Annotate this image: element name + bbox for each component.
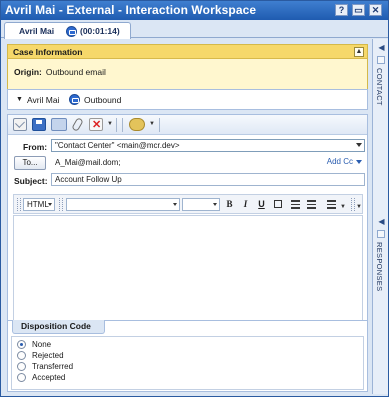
radio-icon[interactable] [17, 351, 26, 360]
disposition-panel: Disposition Code None Rejected Transferr… [7, 320, 368, 392]
chevron-down-icon [173, 203, 177, 206]
window-title: Avril Mai - External - Interaction Works… [5, 3, 257, 17]
disposition-option-label: Rejected [32, 351, 64, 360]
radio-icon[interactable] [17, 362, 26, 371]
add-cc-label: Add Cc [326, 157, 353, 166]
interaction-tab-strip: Avril Mai (00:01:14) [1, 20, 388, 39]
font-size-select[interactable] [182, 198, 220, 211]
tab-interaction[interactable]: Avril Mai (00:01:14) [4, 22, 131, 39]
italic-button[interactable]: I [239, 198, 252, 211]
chevron-down-icon [213, 203, 217, 206]
close-button[interactable]: ✕ [369, 4, 382, 16]
subject-field[interactable]: Account Follow Up [51, 173, 365, 186]
chevron-down-icon [356, 159, 362, 164]
disposition-option-transferred[interactable]: Transferred [17, 362, 73, 372]
email-compose-panel: ▼ ▼ From: "Contact Center" <main@mcr.dev… [7, 114, 368, 352]
more-options-icon[interactable]: ▼ [356, 204, 362, 210]
case-information-title: Case Information [13, 47, 83, 57]
disposition-option-label: None [32, 340, 52, 349]
origin-label: Origin: [14, 67, 42, 77]
toolbar-grip[interactable] [17, 198, 21, 211]
disposition-title[interactable]: Disposition Code [12, 320, 105, 334]
insert-image-icon[interactable] [51, 118, 67, 131]
delete-icon[interactable] [89, 118, 103, 131]
save-icon[interactable] [32, 118, 46, 131]
align-dropdown-icon[interactable]: ▼ [340, 204, 346, 210]
side-panel: ◀ CONTACT ◀ RESPONSES [372, 39, 388, 394]
delete-dropdown-icon[interactable]: ▼ [107, 121, 113, 127]
to-field[interactable]: A_Mai@mail.dom; [51, 156, 319, 169]
format-mode-value: HTML [27, 200, 49, 209]
numbered-list-icon[interactable] [291, 200, 300, 209]
underline-button[interactable]: U [255, 198, 268, 211]
outbound-email-icon [69, 94, 80, 105]
party-name[interactable]: Avril Mai [27, 95, 59, 105]
align-left-icon[interactable] [327, 200, 336, 209]
bold-button[interactable]: B [223, 198, 236, 211]
from-select[interactable]: "Contact Center" <main@mcr.dev> [51, 139, 365, 152]
toolbar-grip[interactable] [59, 198, 63, 211]
disposition-option-rejected[interactable]: Rejected [17, 351, 64, 361]
title-bar[interactable]: Avril Mai - External - Interaction Works… [1, 1, 388, 20]
origin-row: Origin: Outbound email [14, 67, 106, 77]
tab-contact-name: Avril Mai [19, 26, 55, 36]
interaction-content: Case Information ▲ Origin: Outbound email… [4, 39, 370, 394]
help-button[interactable]: ? [335, 4, 348, 16]
case-information-header[interactable]: Case Information ▲ [8, 45, 367, 59]
tab-timer: (00:01:14) [80, 26, 120, 36]
disposition-option-accepted[interactable]: Accepted [17, 373, 65, 383]
email-status-icon [66, 26, 77, 37]
expand-arrow-icon[interactable]: ◀ [377, 217, 386, 226]
origin-value: Outbound email [45, 67, 106, 77]
format-toolbar: HTML B I U ▼ ▼ [13, 194, 363, 214]
contact-grip-icon [377, 56, 385, 64]
chevron-down-icon [48, 203, 52, 206]
disposition-options: None Rejected Transferred Accepted [11, 336, 364, 390]
disposition-option-label: Transferred [32, 362, 74, 371]
format-mode-select[interactable]: HTML [23, 198, 55, 211]
party-dropdown-icon[interactable]: ▼ [16, 96, 23, 103]
font-family-select[interactable] [66, 198, 180, 211]
chevron-down-icon [356, 143, 362, 147]
consult-users-icon[interactable] [129, 118, 145, 131]
collapse-icon[interactable]: ▲ [354, 47, 364, 57]
border-icon[interactable] [271, 198, 284, 211]
attach-file-icon[interactable] [71, 118, 83, 131]
disposition-option-label: Accepted [32, 373, 66, 382]
contact-tab-label[interactable]: CONTACT [375, 68, 384, 106]
add-cc-button[interactable]: Add Cc [327, 157, 362, 166]
case-information-panel: Case Information ▲ Origin: Outbound email [7, 44, 368, 91]
from-label: From: [23, 142, 48, 152]
toolbar-separator [116, 118, 117, 132]
send-icon[interactable] [13, 118, 27, 131]
radio-icon[interactable] [17, 340, 26, 349]
party-row: ▼ Avril Mai Outbound [7, 89, 368, 110]
to-button[interactable]: To... [14, 156, 46, 170]
toolbar-separator [159, 118, 160, 132]
responses-tab-label[interactable]: RESPONSES [375, 242, 384, 291]
email-toolbar: ▼ ▼ [8, 115, 367, 135]
maximize-button[interactable]: ▭ [352, 4, 365, 16]
expand-arrow-icon[interactable]: ◀ [377, 43, 386, 52]
subject-label: Subject: [14, 176, 48, 186]
disposition-option-none[interactable]: None [17, 340, 51, 350]
interaction-workspace-window: Avril Mai - External - Interaction Works… [0, 0, 389, 397]
toolbar-separator [122, 118, 123, 132]
party-direction: Outbound [84, 95, 122, 105]
toolbar-grip[interactable] [351, 198, 355, 211]
from-value: "Contact Center" <main@mcr.dev> [55, 141, 180, 150]
radio-icon[interactable] [17, 373, 26, 382]
bulleted-list-icon[interactable] [307, 200, 316, 209]
consult-dropdown-icon[interactable]: ▼ [149, 121, 155, 127]
responses-grip-icon [377, 230, 385, 238]
